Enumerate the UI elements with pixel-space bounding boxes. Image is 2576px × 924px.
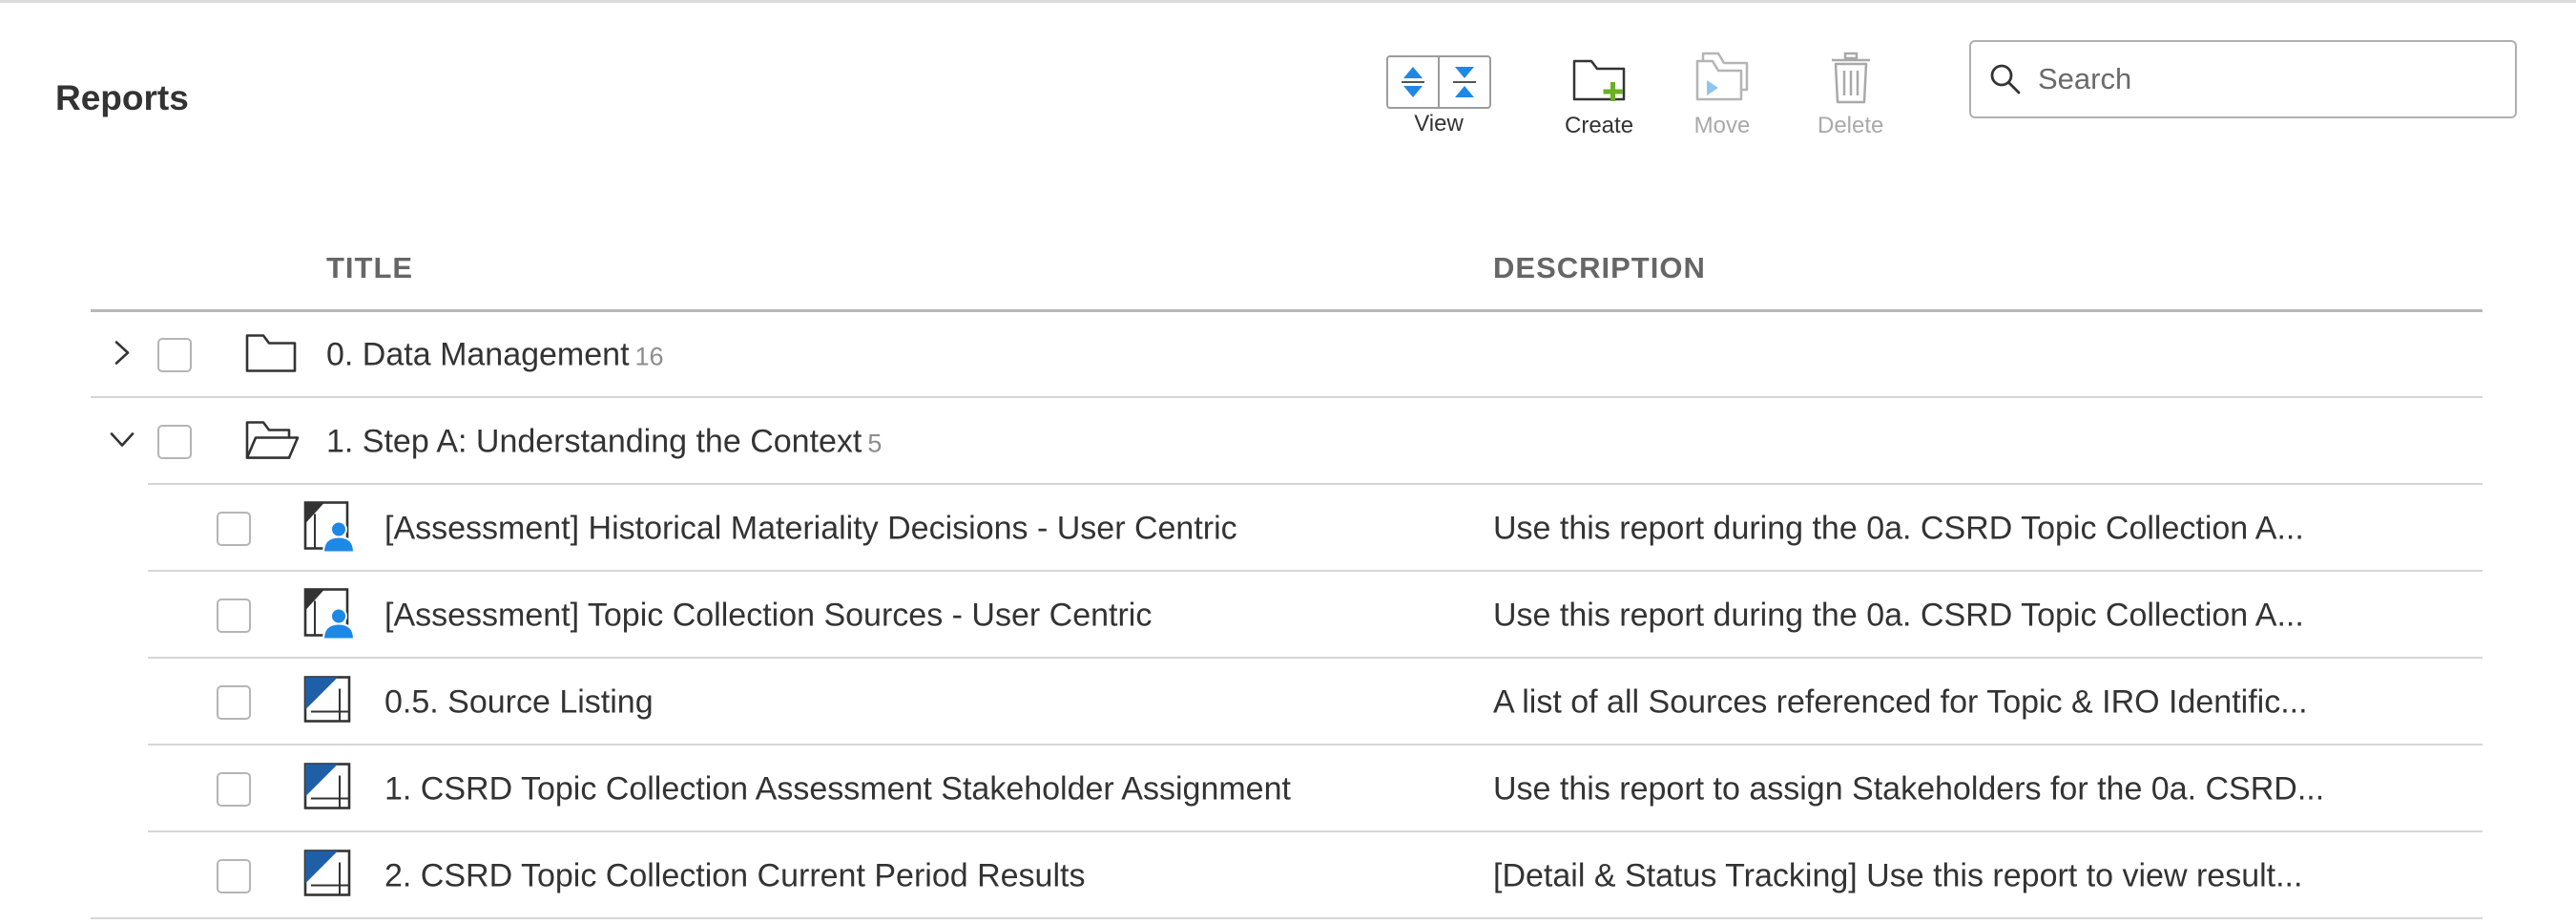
report-title[interactable]: 0.5. Source Listing (384, 684, 654, 722)
report-title[interactable]: 2. CSRD Topic Collection Current Period … (384, 858, 1085, 895)
open-folder-icon (244, 419, 300, 466)
folder-name: 1. Step A: Understanding the Context (326, 423, 862, 460)
row-divider (148, 657, 2483, 659)
chevron-right-icon (114, 341, 130, 365)
delete-label: Delete (1818, 113, 1884, 138)
delete-button[interactable]: Delete (1818, 50, 1883, 139)
move-button[interactable]: Move (1693, 50, 1751, 139)
report-row[interactable]: [Assessment] Topic Collection Sources - … (0, 573, 2576, 659)
create-folder-icon (1572, 59, 1626, 101)
row-divider (91, 396, 2483, 398)
move-folder-icon (1695, 52, 1749, 101)
search-icon (1990, 64, 2021, 94)
page-title: Reports (55, 78, 189, 117)
create-button[interactable]: Create (1565, 50, 1633, 139)
report-title[interactable]: 1. CSRD Topic Collection Assessment Stak… (384, 771, 1291, 808)
expand-all-button[interactable] (1388, 57, 1438, 107)
report-description: Use this report to assign Stakeholders f… (1493, 770, 2325, 808)
folder-icon (244, 332, 298, 379)
expand-all-icon (1402, 67, 1424, 97)
row-divider (148, 744, 2483, 746)
user-report-icon (303, 501, 356, 557)
report-row[interactable]: 2. CSRD Topic Collection Current Period … (0, 833, 2576, 919)
row-divider (91, 917, 2483, 919)
folder-name: 0. Data Management (326, 336, 630, 373)
report-row[interactable]: 0.5. Source Listing A list of all Source… (0, 660, 2576, 746)
expand-toggle[interactable] (110, 339, 135, 372)
row-checkbox[interactable] (157, 425, 192, 459)
folder-row[interactable]: 1. Step A: Understanding the Context 5 (0, 399, 2576, 485)
user-report-icon (303, 588, 356, 644)
row-checkbox[interactable] (157, 338, 192, 372)
folder-row[interactable]: 0. Data Management 16 (0, 312, 2576, 398)
report-description: [Detail & Status Tracking] Use this repo… (1493, 857, 2303, 894)
folder-count: 5 (867, 429, 883, 458)
row-checkbox[interactable] (217, 772, 251, 807)
folder-title[interactable]: 1. Step A: Understanding the Context 5 (326, 424, 882, 461)
move-label: Move (1693, 113, 1751, 138)
row-checkbox[interactable] (217, 598, 251, 633)
row-divider (148, 570, 2483, 572)
create-label: Create (1565, 113, 1634, 138)
row-checkbox[interactable] (217, 859, 251, 893)
view-toggle (1386, 55, 1491, 109)
report-title[interactable]: [Assessment] Topic Collection Sources - … (384, 598, 1152, 635)
report-icon (303, 850, 353, 904)
folder-title[interactable]: 0. Data Management 16 (326, 337, 664, 374)
report-icon (303, 676, 353, 730)
row-checkbox[interactable] (217, 512, 251, 546)
report-description: Use this report during the 0a. CSRD Topi… (1493, 510, 2304, 547)
search-box[interactable] (1969, 40, 2517, 118)
column-header-description[interactable]: DESCRIPTION (1493, 251, 1706, 285)
top-border (0, 0, 2576, 3)
collapse-toggle[interactable] (108, 428, 136, 457)
row-divider (148, 830, 2483, 832)
report-title[interactable]: [Assessment] Historical Materiality Deci… (384, 511, 1237, 548)
report-description: A list of all Sources referenced for Top… (1493, 683, 2308, 721)
collapse-all-icon (1453, 67, 1476, 97)
search-input[interactable] (2036, 61, 2488, 97)
report-icon (303, 763, 353, 817)
report-description: Use this report during the 0a. CSRD Topi… (1493, 597, 2304, 634)
folder-count: 16 (634, 342, 664, 371)
report-row[interactable]: 1. CSRD Topic Collection Assessment Stak… (0, 746, 2576, 832)
report-row[interactable]: [Assessment] Historical Materiality Deci… (0, 486, 2576, 572)
chevron-down-icon (110, 432, 135, 447)
collapse-all-button[interactable] (1438, 57, 1489, 107)
column-header-title[interactable]: TITLE (326, 251, 413, 285)
row-divider (148, 483, 2483, 485)
view-label: View (1414, 111, 1464, 136)
trash-icon (1831, 52, 1870, 104)
row-checkbox[interactable] (217, 685, 251, 720)
view-control: View (1386, 55, 1491, 137)
